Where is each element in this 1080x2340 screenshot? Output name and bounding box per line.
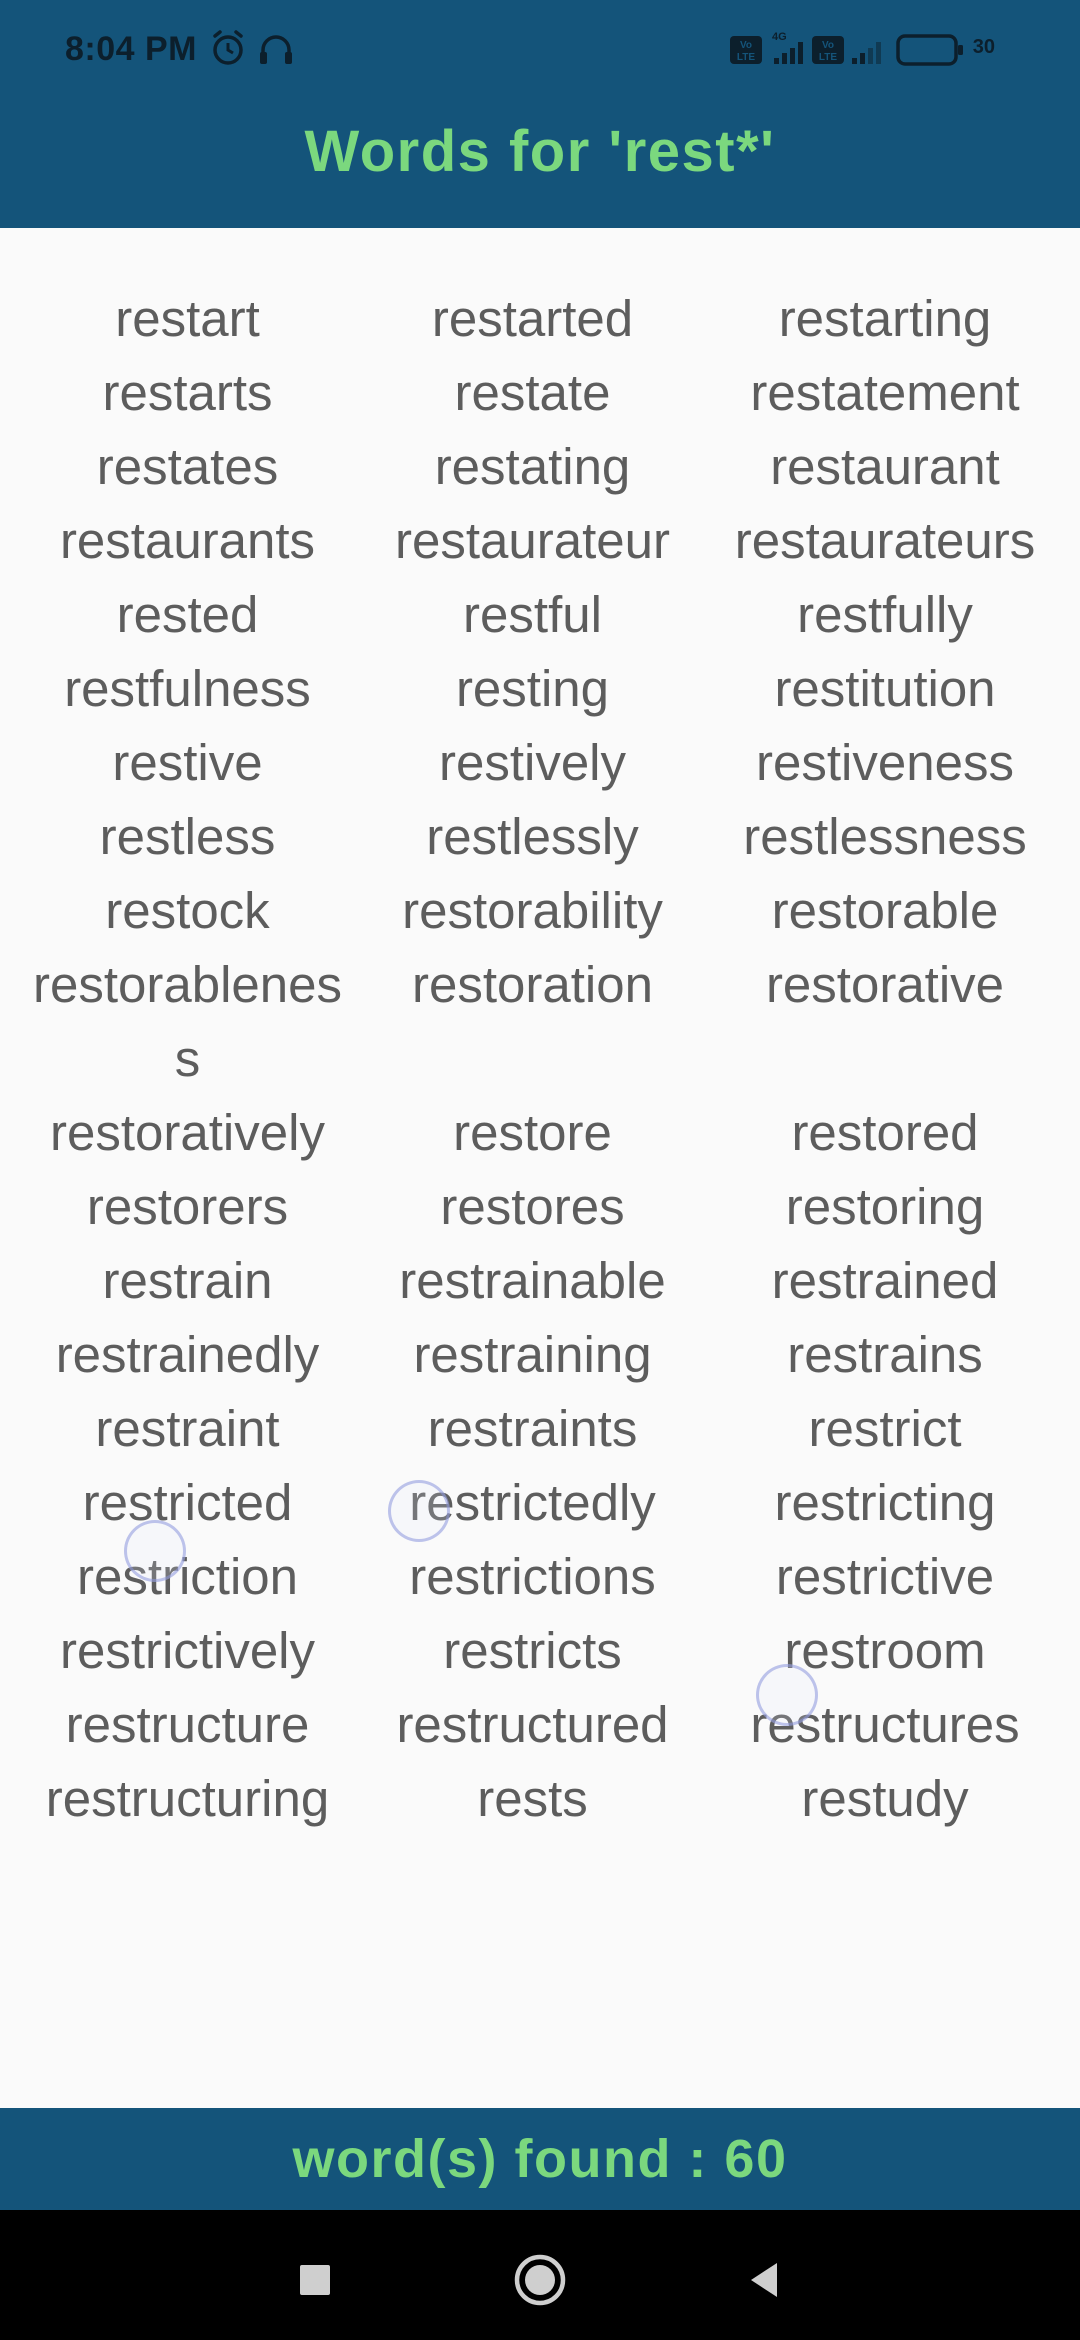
word-item[interactable]: restaurateur [360, 504, 705, 578]
word-item[interactable]: restfulness [15, 652, 360, 726]
word-item[interactable]: restricts [360, 1614, 705, 1688]
alarm-icon [213, 30, 243, 65]
volte-icon: Vo LTE [730, 36, 762, 64]
word-item[interactable]: restrictions [360, 1540, 705, 1614]
word-item[interactable]: restating [360, 430, 705, 504]
svg-text:LTE: LTE [737, 52, 755, 63]
word-item[interactable]: restrainable [360, 1244, 705, 1318]
word-item[interactable]: restorableness [15, 948, 360, 1096]
status-time: 8:04 PM [65, 30, 197, 68]
word-item[interactable]: restrained [705, 1244, 1065, 1318]
word-count-label: word(s) found : 60 [292, 2129, 788, 2189]
word-item[interactable]: restudy [705, 1762, 1065, 1836]
touch-indicator [756, 1664, 818, 1726]
word-item[interactable]: restaurant [705, 430, 1065, 504]
word-item[interactable]: rested [15, 578, 360, 652]
word-item[interactable]: restaurants [15, 504, 360, 578]
word-item[interactable]: restlessly [360, 800, 705, 874]
app-header: 8:04 PM Vo LTE 4G Vo LTE 30 Words for 'r… [0, 0, 1080, 228]
word-item[interactable]: restorability [360, 874, 705, 948]
word-item[interactable]: restitution [705, 652, 1065, 726]
word-item[interactable]: restrain [15, 1244, 360, 1318]
recents-button[interactable] [285, 2250, 345, 2310]
word-item[interactable]: restraint [15, 1392, 360, 1466]
status-left-icons [213, 30, 292, 65]
page-title: Words for 'rest*' [304, 119, 776, 184]
word-item[interactable]: restrains [705, 1318, 1065, 1392]
word-item[interactable]: restraints [360, 1392, 705, 1466]
word-item[interactable]: restates [15, 430, 360, 504]
word-item[interactable]: restively [360, 726, 705, 800]
headset-icon [260, 35, 292, 64]
svg-text:4G: 4G [772, 31, 787, 43]
word-item[interactable]: restructuring [15, 1762, 360, 1836]
word-item[interactable]: restrictively [15, 1614, 360, 1688]
word-item[interactable]: restricting [705, 1466, 1065, 1540]
battery-icon [896, 34, 963, 66]
word-item[interactable]: restricted [15, 1466, 360, 1540]
home-button[interactable] [510, 2250, 570, 2310]
word-item[interactable]: restoratively [15, 1096, 360, 1170]
word-item[interactable]: restored [705, 1096, 1065, 1170]
word-list: restart restarted restarting restarts restat… [15, 282, 1065, 1836]
word-item[interactable]: restriction [15, 1540, 360, 1614]
svg-text:LTE: LTE [819, 52, 837, 63]
word-item[interactable]: restaurateurs [705, 504, 1065, 578]
word-item[interactable]: restlessness [705, 800, 1065, 874]
back-button[interactable] [735, 2250, 795, 2310]
word-item[interactable]: restroom [705, 1614, 1065, 1688]
touch-indicator [124, 1520, 186, 1582]
word-item[interactable]: restatement [705, 356, 1065, 430]
footer-bar: word(s) found : 60 [0, 2108, 1080, 2210]
word-item[interactable]: restrict [705, 1392, 1065, 1466]
word-item[interactable]: restoring [705, 1170, 1065, 1244]
touch-indicator [388, 1480, 450, 1542]
word-item[interactable]: restrainedly [15, 1318, 360, 1392]
svg-text:Vo: Vo [740, 40, 752, 51]
volte-icon: Vo LTE [812, 36, 844, 64]
word-item[interactable]: restorable [705, 874, 1065, 948]
word-item[interactable]: restarted [360, 282, 705, 356]
word-item[interactable]: restraining [360, 1318, 705, 1392]
word-item[interactable]: restarting [705, 282, 1065, 356]
word-item[interactable]: restructured [360, 1688, 705, 1762]
word-item[interactable]: restarts [15, 356, 360, 430]
word-item[interactable]: restoration [360, 948, 705, 1096]
word-item[interactable]: restive [15, 726, 360, 800]
word-item[interactable]: restrictive [705, 1540, 1065, 1614]
word-item[interactable]: restart [15, 282, 360, 356]
signal-icon [852, 42, 881, 64]
system-nav-bar [0, 2210, 1080, 2340]
word-item[interactable]: resting [360, 652, 705, 726]
word-item[interactable]: restock [15, 874, 360, 948]
battery-level: 30 [972, 36, 995, 58]
svg-text:Vo: Vo [822, 40, 834, 51]
status-bar: 8:04 PM Vo LTE 4G Vo LTE 30 [0, 0, 1080, 100]
word-item[interactable]: restores [360, 1170, 705, 1244]
word-item[interactable]: rests [360, 1762, 705, 1836]
word-item[interactable]: restorative [705, 948, 1065, 1096]
word-item[interactable]: restate [360, 356, 705, 430]
word-item[interactable]: restorers [15, 1170, 360, 1244]
word-item[interactable]: restiveness [705, 726, 1065, 800]
word-item[interactable]: restful [360, 578, 705, 652]
word-item[interactable]: restfully [705, 578, 1065, 652]
word-item[interactable]: restless [15, 800, 360, 874]
word-item[interactable]: restructure [15, 1688, 360, 1762]
word-item[interactable]: restore [360, 1096, 705, 1170]
4g-signal-icon: 4G [772, 31, 803, 64]
